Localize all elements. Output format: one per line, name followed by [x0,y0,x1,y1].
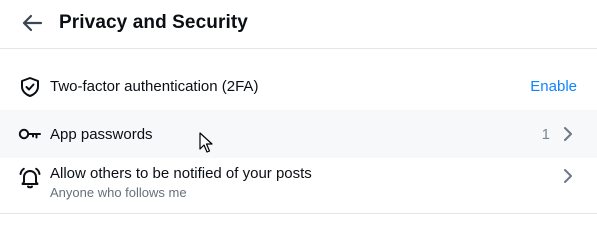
chevron-right-icon [561,167,575,185]
app-passwords-count: 1 [541,126,550,143]
setting-sublabel-post-notifications: Anyone who follows me [50,185,187,200]
chevron-right-icon [561,125,575,143]
enable-2fa-button[interactable]: Enable [530,78,577,95]
setting-label-post-notifications: Allow others to be notified of your post… [50,165,312,182]
key-icon [18,122,42,146]
page-header: Privacy and Security [0,0,597,49]
bell-ringing-icon [18,166,42,190]
setting-row-post-notifications[interactable]: Allow others to be notified of your post… [0,158,597,214]
back-button[interactable] [18,11,46,35]
setting-label-app-passwords: App passwords [50,126,153,143]
setting-label-2fa: Two-factor authentication (2FA) [50,78,259,95]
setting-row-2fa: Two-factor authentication (2FA) Enable [0,64,597,110]
shield-check-icon [18,75,42,99]
page-title: Privacy and Security [59,12,248,33]
arrow-left-icon [22,14,43,32]
setting-row-app-passwords[interactable]: App passwords 1 [0,110,597,158]
